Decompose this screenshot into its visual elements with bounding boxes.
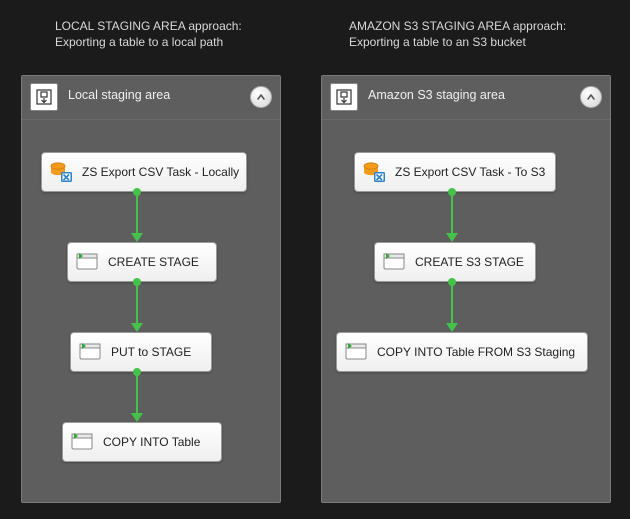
node-zs-export-s3[interactable]: ZS Export CSV Task - To S3 bbox=[354, 152, 556, 192]
panel-s3-staging: Amazon S3 staging area ZS Export CSV Tas… bbox=[321, 75, 611, 503]
node-label: CREATE STAGE bbox=[108, 255, 199, 269]
panel-header: Local staging area bbox=[22, 76, 280, 120]
left-heading-line2: Exporting a table to a local path bbox=[55, 34, 242, 50]
node-copy-into-from-s3[interactable]: COPY INTO Table FROM S3 Staging bbox=[336, 332, 588, 372]
collapse-button[interactable] bbox=[580, 86, 602, 108]
flow-arrow-icon bbox=[130, 372, 144, 422]
sql-task-icon bbox=[345, 340, 369, 364]
collapse-button[interactable] bbox=[250, 86, 272, 108]
flow-arrow-icon bbox=[130, 282, 144, 332]
chevron-up-icon bbox=[256, 92, 266, 102]
node-label: PUT to STAGE bbox=[111, 345, 191, 359]
left-heading-line1: LOCAL STAGING AREA approach: bbox=[55, 18, 242, 34]
node-zs-export-local[interactable]: ZS Export CSV Task - Locally bbox=[41, 152, 247, 192]
panel-body: ZS Export CSV Task - To S3 CREATE S3 STA… bbox=[322, 120, 610, 504]
zs-export-icon bbox=[50, 160, 74, 184]
node-copy-into-table[interactable]: COPY INTO Table bbox=[62, 422, 222, 462]
sql-task-icon bbox=[79, 340, 103, 364]
node-label: ZS Export CSV Task - Locally bbox=[82, 165, 239, 179]
panel-local-staging: Local staging area ZS Export CSV Task - … bbox=[21, 75, 281, 503]
node-label: ZS Export CSV Task - To S3 bbox=[395, 165, 545, 179]
node-label: CREATE S3 STAGE bbox=[415, 255, 524, 269]
sql-task-icon bbox=[71, 430, 95, 454]
right-heading-line2: Exporting a table to an S3 bucket bbox=[349, 34, 566, 50]
node-create-s3-stage[interactable]: CREATE S3 STAGE bbox=[374, 242, 536, 282]
panel-type-icon bbox=[30, 83, 58, 111]
diagram-canvas: LOCAL STAGING AREA approach: Exporting a… bbox=[0, 0, 630, 519]
panel-header: Amazon S3 staging area bbox=[322, 76, 610, 120]
node-label: COPY INTO Table bbox=[103, 435, 200, 449]
node-put-to-stage[interactable]: PUT to STAGE bbox=[70, 332, 212, 372]
right-heading-line1: AMAZON S3 STAGING AREA approach: bbox=[349, 18, 566, 34]
sql-task-icon bbox=[383, 250, 407, 274]
panel-title: Amazon S3 staging area bbox=[368, 88, 505, 102]
chevron-up-icon bbox=[586, 92, 596, 102]
panel-title: Local staging area bbox=[68, 88, 170, 102]
flow-arrow-icon bbox=[445, 282, 459, 332]
node-label: COPY INTO Table FROM S3 Staging bbox=[377, 345, 575, 359]
panel-type-icon bbox=[330, 83, 358, 111]
zs-export-icon bbox=[363, 160, 387, 184]
right-heading: AMAZON S3 STAGING AREA approach: Exporti… bbox=[349, 18, 566, 50]
flow-arrow-icon bbox=[130, 192, 144, 242]
panel-body: ZS Export CSV Task - Locally CREATE STAG… bbox=[22, 120, 280, 504]
left-heading: LOCAL STAGING AREA approach: Exporting a… bbox=[55, 18, 242, 50]
node-create-stage[interactable]: CREATE STAGE bbox=[67, 242, 217, 282]
sql-task-icon bbox=[76, 250, 100, 274]
flow-arrow-icon bbox=[445, 192, 459, 242]
